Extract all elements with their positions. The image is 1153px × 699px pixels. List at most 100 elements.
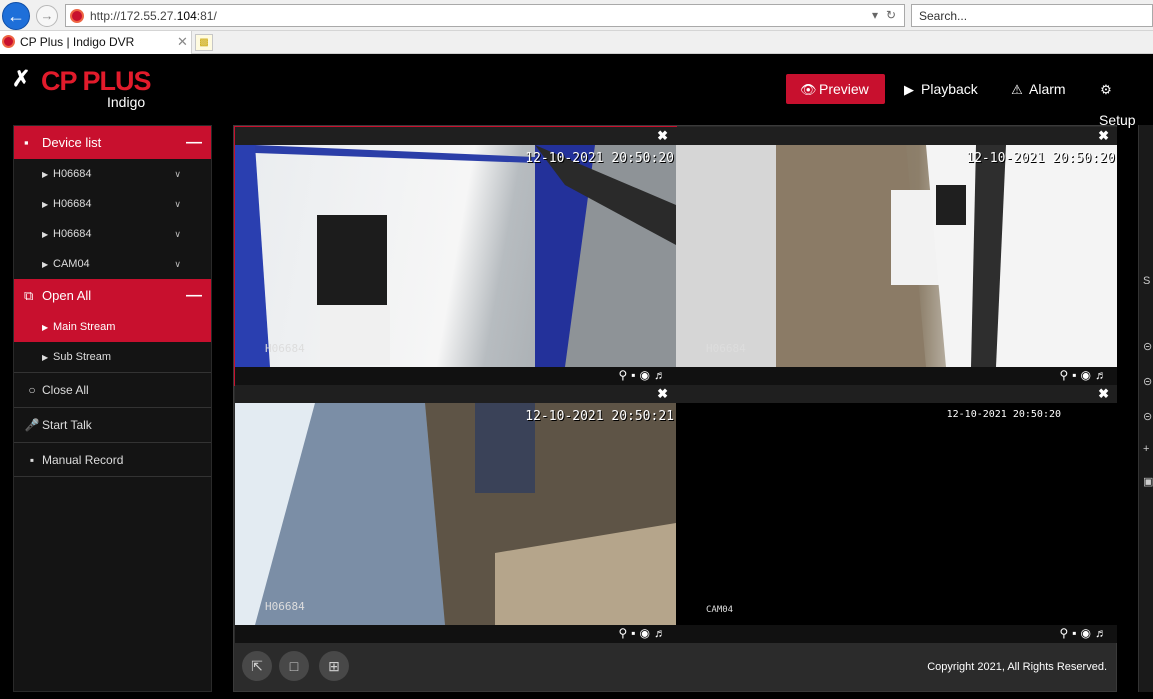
snapshot-icon[interactable]: ◉ — [640, 368, 654, 382]
cell-toolbar: ⚲▪◉♬ — [235, 367, 676, 385]
record-icon[interactable]: ▪ — [1072, 626, 1080, 640]
camera-name-overlay: H06684 — [706, 342, 746, 355]
eye-icon: 👁 — [800, 82, 817, 97]
timestamp-overlay: 12-10-2021 20:50:21 — [525, 409, 674, 424]
device-item[interactable]: ▶ CAM04 ∨ — [14, 249, 211, 279]
camera-name-overlay: H06684 — [265, 342, 305, 355]
chevron-down-icon[interactable]: ∨ — [174, 189, 181, 219]
cell-title-bar: ✖ — [235, 127, 676, 145]
gear-icon: ⚙ — [1100, 82, 1112, 97]
camera-feed[interactable]: 12-10-2021 20:50:20 CAM04 — [676, 403, 1117, 625]
snapshot-icon[interactable]: ◉ — [1081, 626, 1095, 640]
collapse-icon[interactable]: — — [186, 279, 202, 312]
browser-tab[interactable]: CP Plus | Indigo DVR ✕ — [0, 31, 192, 54]
close-icon[interactable]: ✖ — [657, 127, 668, 145]
chevron-down-icon[interactable]: ∨ — [174, 159, 181, 189]
video-cell[interactable]: ✖ 12-10-2021 20:50:20 H06684 ⚲▪◉♬ — [234, 126, 677, 386]
sub-stream-option[interactable]: ▶ Sub Stream — [14, 342, 211, 372]
chevron-down-icon[interactable]: ∨ — [174, 249, 181, 279]
caret-right-icon: ▶ — [42, 200, 49, 209]
browser-tab-bar: CP Plus | Indigo DVR ✕ ▩ — [0, 31, 1153, 54]
forward-arrow-icon[interactable]: → — [36, 5, 58, 27]
plus-icon[interactable]: + — [1143, 443, 1149, 455]
snapshot-icon[interactable]: ◉ — [640, 626, 654, 640]
volume-icon[interactable]: ♬ — [1095, 368, 1111, 382]
close-icon[interactable]: ✖ — [1098, 127, 1109, 145]
nav-alarm-button[interactable]: ⚠ Alarm — [1010, 74, 1065, 104]
dropdown-arrow-icon[interactable]: ▾ — [872, 8, 878, 22]
nav-preview-button[interactable]: 👁 Preview — [786, 74, 885, 104]
manual-record-button[interactable]: ▪ Manual Record — [14, 442, 211, 477]
close-icon[interactable]: ✖ — [657, 385, 668, 403]
logo-mark-icon: ✗ — [12, 66, 31, 91]
minus-icon[interactable]: ⊝ — [1143, 340, 1152, 353]
video-cell[interactable]: ✖ 12-10-2021 20:50:21 H06684 ⚲▪◉♬ — [235, 385, 676, 643]
tab-close-icon[interactable]: ✕ — [177, 34, 188, 50]
tab-title: CP Plus | Indigo DVR — [20, 35, 135, 49]
video-cell[interactable]: ✖ 12-10-2021 20:50:20 H06684 ⚲▪◉♬ — [676, 127, 1117, 385]
main-stream-option[interactable]: ▶ Main Stream — [14, 312, 211, 342]
video-cell[interactable]: ✖ 12-10-2021 20:50:20 CAM04 ⚲▪◉♬ — [676, 385, 1117, 643]
snapshot-icon[interactable]: ◉ — [1081, 368, 1095, 382]
zoom-icon[interactable]: ⚲ — [618, 368, 631, 382]
volume-icon[interactable]: ♬ — [654, 368, 670, 382]
logo-product: Indigo — [107, 94, 146, 110]
feed-image — [235, 145, 676, 367]
cell-title-bar: ✖ — [676, 385, 1117, 403]
search-input[interactable]: Search... — [911, 4, 1153, 27]
camera-feed[interactable]: 12-10-2021 20:50:21 H06684 — [235, 403, 676, 625]
camera-feed[interactable]: 12-10-2021 20:50:20 H06684 — [676, 145, 1117, 367]
caret-right-icon: ▶ — [42, 353, 49, 362]
panel-label: S — [1143, 275, 1151, 287]
single-view-button[interactable]: □ — [279, 651, 309, 681]
volume-icon[interactable]: ♬ — [654, 626, 670, 640]
cell-toolbar: ⚲▪◉♬ — [676, 625, 1117, 643]
circle-icon: ○ — [28, 383, 36, 397]
camera-icon: ▪ — [24, 135, 29, 150]
microphone-icon: 🎤 — [24, 418, 40, 432]
volume-icon[interactable]: ♬ — [1095, 626, 1111, 640]
fullscreen-button[interactable]: ⇱ — [242, 651, 272, 681]
zoom-icon[interactable]: ⚲ — [618, 626, 631, 640]
address-url[interactable]: http://172.55.27.104:81/ — [90, 9, 217, 23]
close-all-button[interactable]: ○ Close All — [14, 372, 211, 407]
close-icon[interactable]: ✖ — [1098, 385, 1109, 403]
single-view-icon: □ — [289, 658, 299, 674]
record-icon[interactable]: ▪ — [631, 368, 639, 382]
image-icon[interactable]: ▣ — [1143, 475, 1153, 488]
feed-image — [676, 145, 1117, 367]
video-grid: ✖ 12-10-2021 20:50:20 H06684 ⚲▪◉♬ ✖ 12-1… — [233, 125, 1117, 692]
camera-feed[interactable]: 12-10-2021 20:50:20 H06684 — [235, 145, 676, 367]
address-bar[interactable]: http://172.55.27.104:81/ ▾ ↻ — [65, 4, 905, 27]
refresh-icon[interactable]: ↻ — [886, 8, 896, 22]
dvr-app: ✗ CP PLUS Indigo 👁 Preview ▶ Playback ⚠ Ala… — [0, 54, 1153, 699]
start-talk-button[interactable]: 🎤 Start Talk — [14, 407, 211, 442]
device-item[interactable]: ▶ H06684 ∨ — [14, 219, 211, 249]
nav-setup-button[interactable]: ⚙Setup — [1099, 74, 1153, 128]
chevron-down-icon[interactable]: ∨ — [174, 219, 181, 249]
minus-icon[interactable]: ⊝ — [1143, 410, 1152, 423]
open-all-header[interactable]: ⧉ Open All — — [14, 279, 211, 312]
minus-icon[interactable]: ⊝ — [1143, 375, 1152, 388]
ptz-side-panel: S ⊝ ⊝ ⊝ + ▣ — [1138, 125, 1153, 692]
new-tab-icon[interactable]: ▩ — [195, 34, 213, 51]
site-favicon-icon — [70, 9, 84, 23]
record-icon[interactable]: ▪ — [1072, 368, 1080, 382]
zoom-icon[interactable]: ⚲ — [1059, 368, 1072, 382]
nav-playback-button[interactable]: ▶ Playback — [902, 74, 978, 104]
back-arrow-icon[interactable]: ← — [2, 2, 30, 30]
collapse-icon[interactable]: — — [186, 126, 202, 159]
sidebar: ▪ Device list — ▶ H06684 ∨ ▶ H06684 ∨ ▶ H06684… — [13, 125, 212, 692]
device-item[interactable]: ▶ H06684 ∨ — [14, 159, 211, 189]
logo-brand: CP PLUS — [41, 66, 152, 96]
timestamp-overlay: 12-10-2021 20:50:20 — [966, 151, 1115, 166]
timestamp-overlay: 12-10-2021 20:50:20 — [525, 151, 674, 166]
tab-favicon-icon — [2, 35, 15, 48]
zoom-icon[interactable]: ⚲ — [1059, 626, 1072, 640]
device-item[interactable]: ▶ H06684 ∨ — [14, 189, 211, 219]
device-list-header[interactable]: ▪ Device list — — [14, 126, 211, 159]
quad-view-button[interactable]: ⊞ — [319, 651, 349, 681]
record-icon[interactable]: ▪ — [631, 626, 639, 640]
grid-icon: ⊞ — [328, 658, 340, 674]
timestamp-overlay: 12-10-2021 20:50:20 — [946, 409, 1061, 420]
